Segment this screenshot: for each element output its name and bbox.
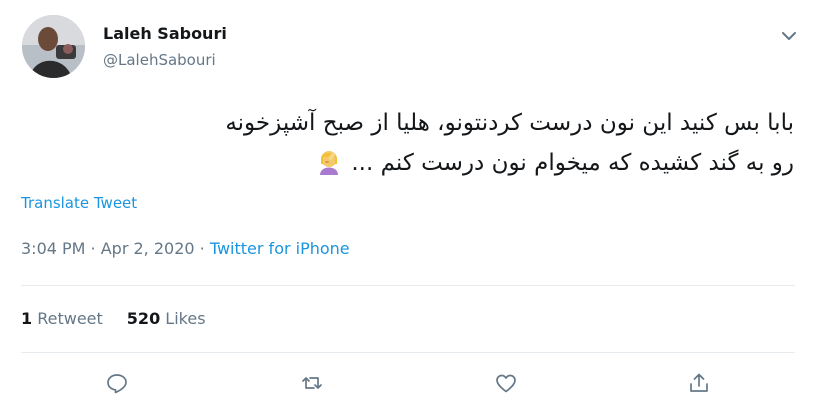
tweet-text-line-1: بابا بس کنید این نون درست کردنتونو، هلیا…: [225, 110, 794, 136]
tweet-text: بابا بس کنید این نون درست کردنتونو، هلیا…: [22, 103, 794, 183]
retweets-count: 1: [21, 309, 33, 328]
author-name[interactable]: Laleh Sabouri: [103, 24, 227, 43]
likes-stat[interactable]: 520 Likes: [127, 309, 206, 328]
meta-separator: ·: [85, 239, 101, 258]
share-icon[interactable]: [684, 368, 714, 398]
reply-icon[interactable]: [102, 368, 132, 398]
retweet-icon[interactable]: [297, 368, 327, 398]
avatar[interactable]: [22, 15, 85, 78]
tweet-header: Laleh Sabouri @LalehSabouri: [22, 15, 802, 79]
chevron-down-icon[interactable]: [780, 28, 798, 42]
likes-count: 520: [126, 309, 161, 328]
tweet-stats: 1 Retweet 520 Likes: [21, 309, 230, 328]
meta-separator: ·: [194, 239, 210, 258]
divider: [21, 285, 795, 286]
retweets-label: Retweet: [37, 309, 103, 328]
tweet-date[interactable]: Apr 2, 2020: [101, 239, 195, 258]
tweet-time[interactable]: 3:04 PM: [21, 239, 85, 258]
tweet-text-line-2-text: رو به گند کشیده که میخوام نون درست کنم .…: [351, 150, 794, 176]
tweet-meta: 3:04 PM · Apr 2, 2020 · Twitter for iPho…: [21, 239, 350, 258]
likes-label: Likes: [165, 309, 206, 328]
like-icon[interactable]: [491, 368, 521, 398]
translate-tweet-link[interactable]: Translate Tweet: [21, 194, 137, 212]
woman-facepalming-emoji-icon: [314, 147, 344, 177]
tweet-text-line-2: رو به گند کشیده که میخوام نون درست کنم .…: [22, 143, 794, 183]
tweet-actions: [0, 368, 816, 402]
author-handle[interactable]: @LalehSabouri: [103, 51, 216, 69]
retweets-stat[interactable]: 1 Retweet: [21, 309, 103, 328]
divider: [21, 352, 795, 353]
tweet-source-link[interactable]: Twitter for iPhone: [210, 239, 350, 258]
